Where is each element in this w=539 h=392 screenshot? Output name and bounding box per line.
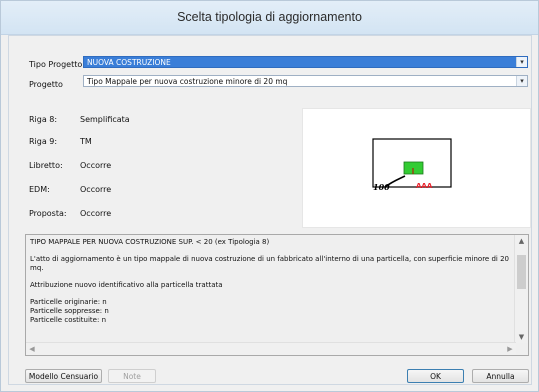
particelle-originarie: Particelle originarie: n <box>30 298 107 306</box>
edm-value: Occorre <box>80 185 112 194</box>
scroll-right-icon[interactable]: ▶ <box>504 343 516 355</box>
dialog-window: Scelta tipologia di aggiornamento Tipo P… <box>0 0 539 392</box>
tipo-progetto-label: Tipo Progetto <box>29 60 83 69</box>
vertical-scrollbar[interactable]: ▲ ▼ <box>514 235 528 343</box>
riga9-label: Riga 9: <box>29 137 58 146</box>
chevron-down-icon[interactable]: ▾ <box>516 76 527 86</box>
scroll-left-icon[interactable]: ◀ <box>26 343 38 355</box>
description-box[interactable]: TIPO MAPPALE PER NUOVA COSTRUZIONE SUP. … <box>25 234 529 356</box>
progetto-value: Tipo Mappale per nuova costruzione minor… <box>87 77 288 86</box>
annulla-button[interactable]: Annulla <box>472 369 529 383</box>
particelle-costituite: Particelle costituite: n <box>30 316 107 324</box>
tipo-progetto-value: NUOVA COSTRUZIONE <box>87 58 171 67</box>
progetto-select[interactable]: Tipo Mappale per nuova costruzione minor… <box>83 75 528 87</box>
proposta-label: Proposta: <box>29 209 67 218</box>
tipo-progetto-select[interactable]: NUOVA COSTRUZIONE ▾ <box>83 56 528 68</box>
description-text: TIPO MAPPALE PER NUOVA COSTRUZIONE SUP. … <box>30 238 512 325</box>
riga8-value: Semplificata <box>80 115 130 124</box>
parcel-number: 100 <box>373 182 390 192</box>
proposta-value: Occorre <box>80 209 112 218</box>
dialog-title: Scelta tipologia di aggiornamento <box>177 10 362 24</box>
scroll-down-icon[interactable]: ▼ <box>515 331 528 343</box>
libretto-value: Occorre <box>80 161 112 170</box>
horizontal-scrollbar[interactable]: ◀ ▶ <box>26 342 516 355</box>
riga9-value: TM <box>80 137 92 146</box>
chevron-down-icon[interactable]: ▾ <box>516 57 527 67</box>
scroll-up-icon[interactable]: ▲ <box>515 235 528 247</box>
description-heading: TIPO MAPPALE PER NUOVA COSTRUZIONE SUP. … <box>30 238 270 246</box>
preview-panel: 100 AAA <box>302 108 531 228</box>
progetto-label: Progetto <box>29 80 63 89</box>
particelle-soppresse: Particelle soppresse: n <box>30 307 109 315</box>
scroll-thumb[interactable] <box>517 255 526 289</box>
description-attribution: Attribuzione nuovo identificativo alla p… <box>30 281 223 289</box>
note-button[interactable]: Note <box>108 369 156 383</box>
edm-label: EDM: <box>29 185 50 194</box>
description-paragraph: L'atto di aggiornamento è un tipo mappal… <box>30 255 509 272</box>
parcel-code: AAA <box>416 182 433 190</box>
title-bar[interactable]: Scelta tipologia di aggiornamento <box>1 1 538 35</box>
preview-diagram: 100 AAA <box>372 138 452 192</box>
ok-button[interactable]: OK <box>407 369 464 383</box>
modello-censuario-button[interactable]: Modello Censuario <box>25 369 102 383</box>
riga8-label: Riga 8: <box>29 115 58 124</box>
libretto-label: Libretto: <box>29 161 63 170</box>
